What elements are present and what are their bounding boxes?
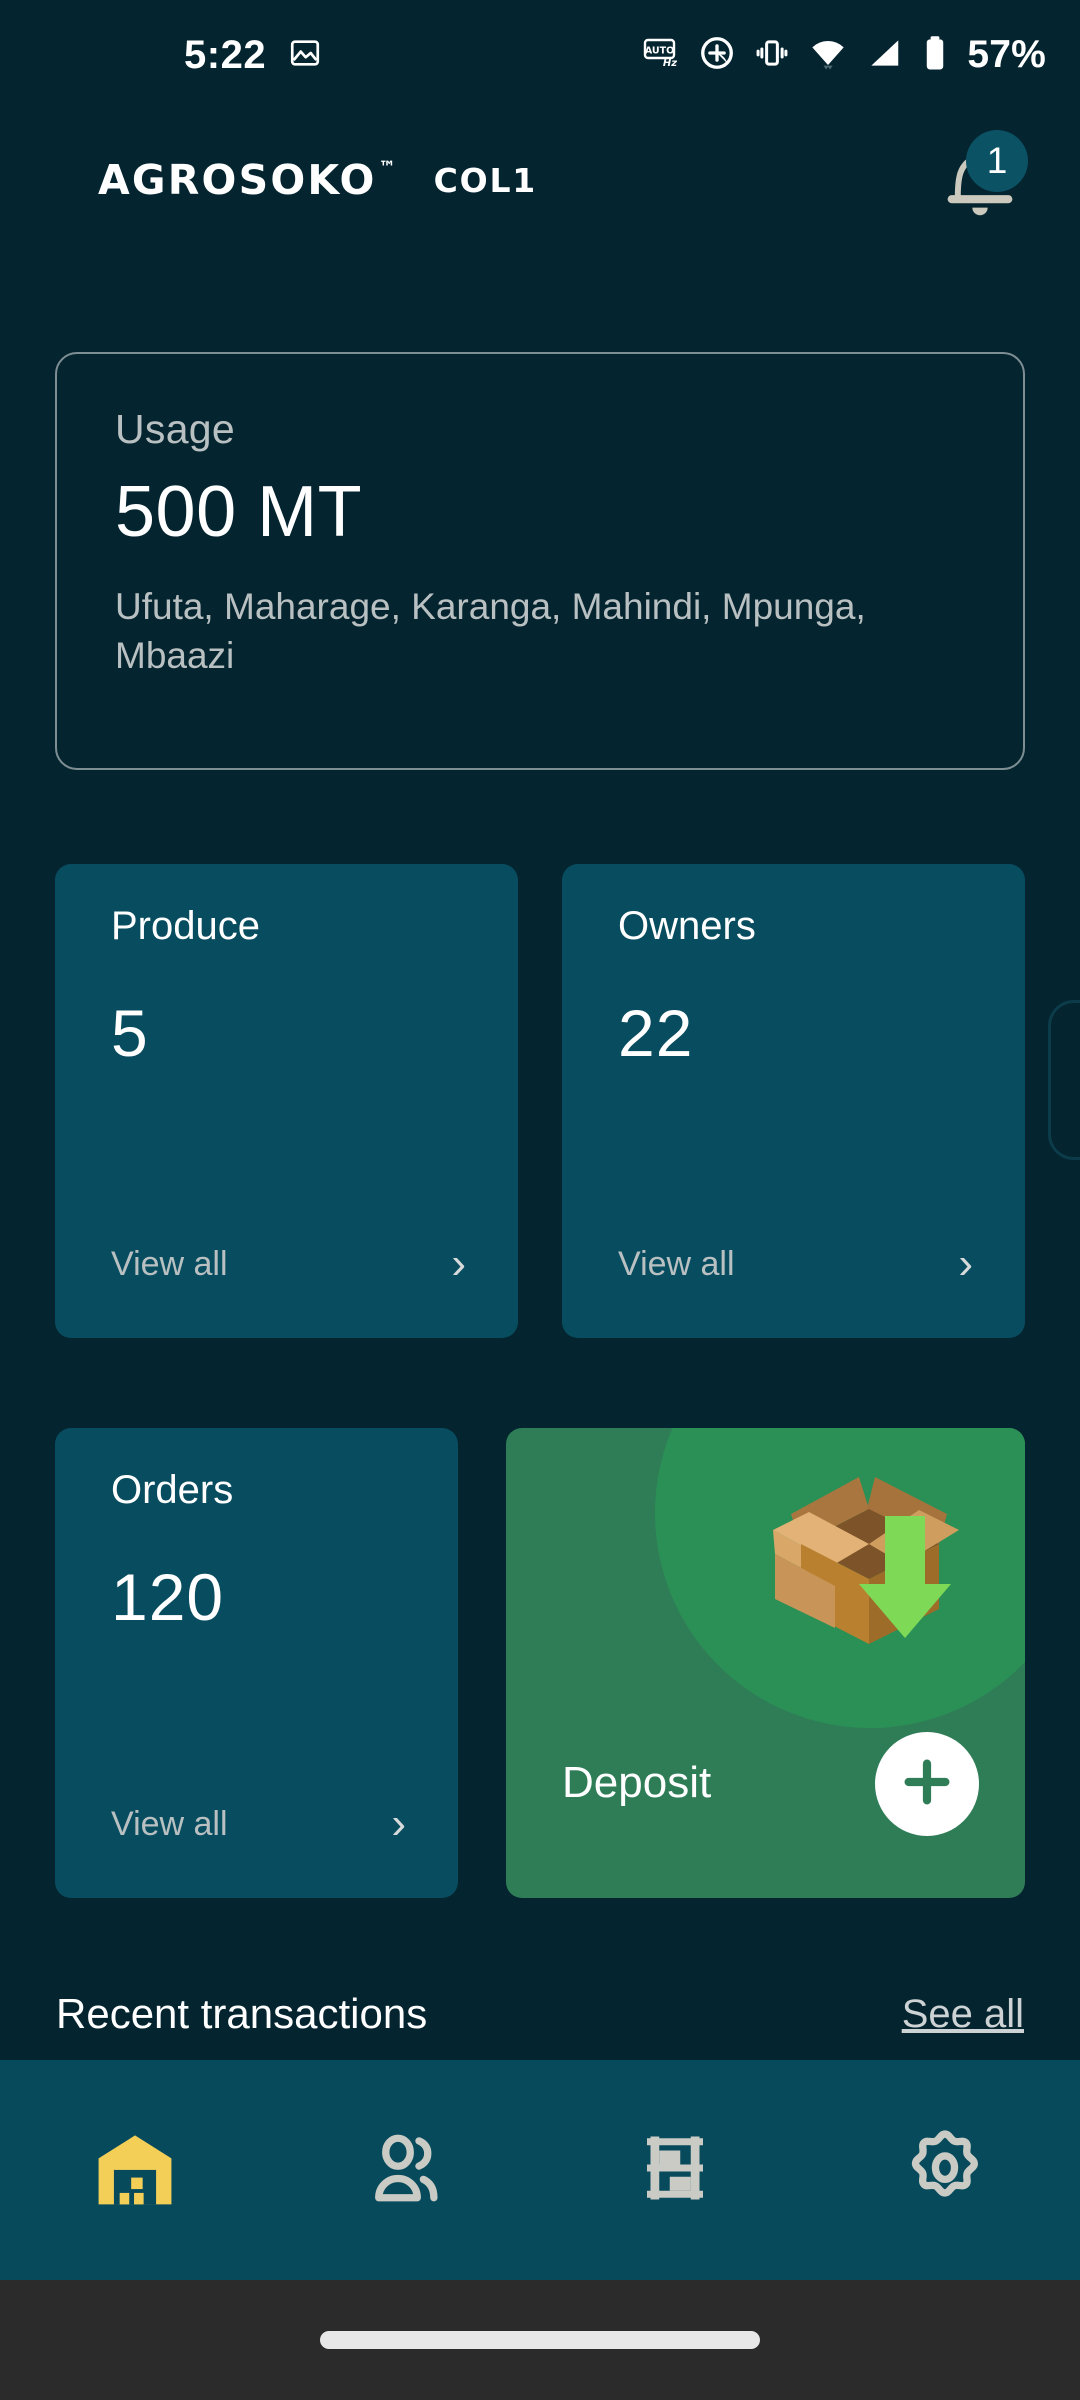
stat-card-value: 120 (111, 1560, 225, 1634)
chevron-right-icon[interactable]: › (958, 1242, 973, 1286)
stat-card-footer[interactable]: View all › (618, 1242, 973, 1286)
app-header: AGROSOKO ™ COL1 1 (0, 110, 1080, 250)
recent-transactions-header: Recent transactions See all (56, 1990, 1024, 2038)
wifi-icon (808, 33, 848, 78)
home-indicator[interactable] (320, 2331, 760, 2349)
recent-transactions-title: Recent transactions (56, 1990, 428, 2037)
adaptive-brightness-icon (698, 34, 736, 77)
usage-produce-list: Ufuta, Maharage, Karanga, Mahindi, Mpung… (115, 586, 866, 676)
deposit-card[interactable]: Deposit (506, 1428, 1025, 1898)
usage-card[interactable]: Usage 500 MT Ufuta, Maharage, Karanga, M… (55, 352, 1025, 770)
stat-card-footer[interactable]: View all › (111, 1802, 406, 1846)
stat-card-title: Produce (111, 904, 260, 948)
collection-label: COL1 (433, 160, 538, 200)
battery-icon (920, 34, 950, 77)
stat-card-value: 5 (111, 996, 149, 1070)
deposit-add-button[interactable] (875, 1732, 979, 1836)
stat-card-owners[interactable]: Owners 22 View all › (562, 864, 1025, 1338)
app-logo: AGROSOKO ™ (98, 156, 396, 204)
brand-name: AGROSOKO (98, 156, 377, 204)
battery-percentage: 57% (967, 33, 1046, 76)
stat-card-orders[interactable]: Orders 120 View all › (55, 1428, 458, 1898)
chevron-right-icon[interactable]: › (391, 1802, 406, 1846)
nav-item-owners[interactable] (270, 2060, 540, 2280)
system-gesture-bar (0, 2280, 1080, 2400)
open-box-with-down-arrow-icon (751, 1452, 981, 1662)
bottom-navigation-bar (0, 2060, 1080, 2280)
notifications-button[interactable]: 1 (934, 130, 1028, 226)
stat-card-produce[interactable]: Produce 5 View all › (55, 864, 518, 1338)
view-all-link[interactable]: View all (111, 1805, 228, 1844)
chevron-right-icon[interactable]: › (451, 1242, 466, 1286)
nav-item-inventory[interactable] (540, 2060, 810, 2280)
usage-value: 500 MT (115, 472, 363, 552)
status-bar: 5:22 AUTO Hz 57% (0, 0, 1080, 110)
bell-icon (934, 141, 1026, 230)
usage-label: Usage (115, 406, 236, 452)
gear-icon (901, 2124, 989, 2217)
svg-text:AUTO: AUTO (645, 45, 674, 56)
shelf-rack-icon (633, 2126, 717, 2215)
cellular-signal-icon (865, 34, 903, 77)
nav-item-warehouse[interactable] (0, 2060, 270, 2280)
view-all-link[interactable]: View all (111, 1245, 228, 1284)
vibrate-icon (753, 34, 791, 77)
screenshot-icon (288, 36, 322, 75)
warehouse-icon (89, 2122, 181, 2219)
stat-card-value: 22 (618, 996, 694, 1070)
stat-card-title: Owners (618, 904, 756, 948)
plus-icon (898, 1753, 956, 1816)
offscreen-card-edge (1048, 1000, 1080, 1160)
status-bar-right: AUTO Hz 57% (641, 33, 1046, 78)
svg-text:Hz: Hz (663, 58, 677, 69)
status-bar-left: 5:22 (184, 33, 322, 78)
auto-hz-icon: AUTO Hz (641, 33, 681, 78)
deposit-label: Deposit (562, 1758, 712, 1807)
people-icon (363, 2126, 447, 2215)
trademark-symbol: ™ (378, 158, 396, 178)
see-all-link[interactable]: See all (902, 1992, 1024, 2037)
stat-card-footer[interactable]: View all › (111, 1242, 466, 1286)
notification-badge: 1 (966, 130, 1028, 192)
view-all-link[interactable]: View all (618, 1245, 735, 1284)
stat-card-title: Orders (111, 1468, 234, 1512)
status-bar-clock: 5:22 (184, 32, 267, 77)
nav-item-settings[interactable] (810, 2060, 1080, 2280)
